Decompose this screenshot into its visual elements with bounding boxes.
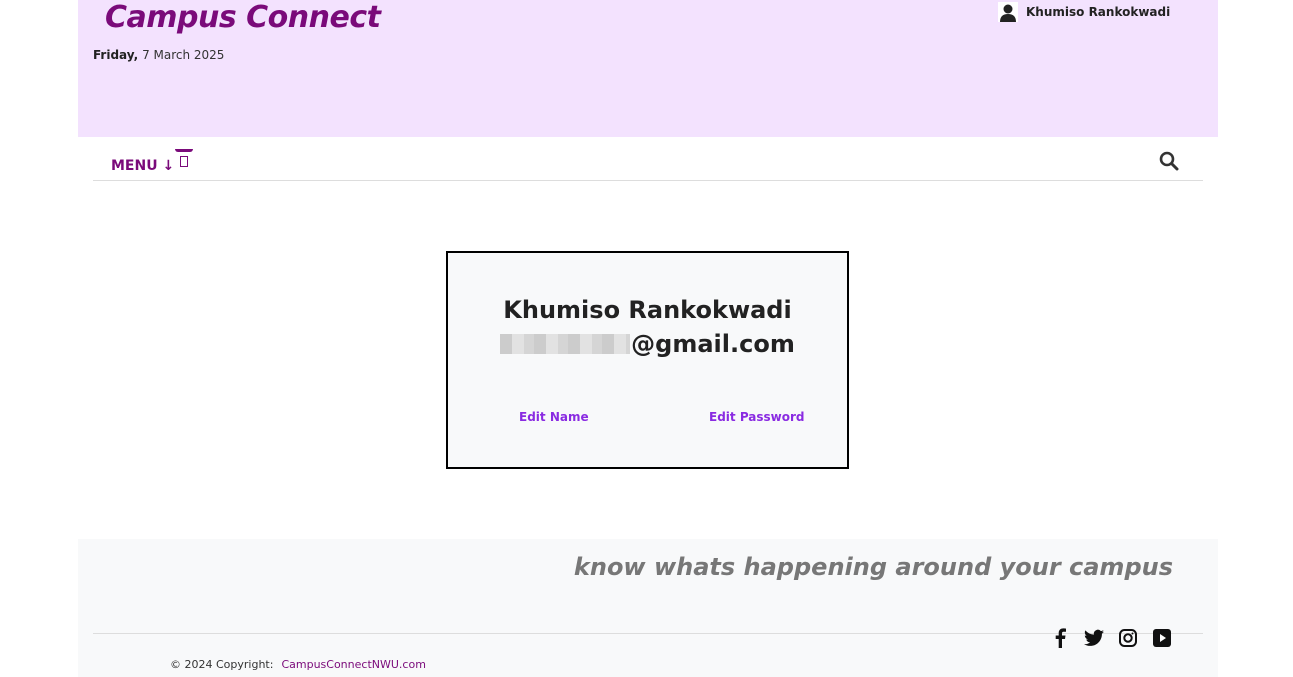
youtube-icon[interactable] xyxy=(1151,627,1173,649)
user-profile-link[interactable]: Khumiso Rankokwadi xyxy=(998,2,1170,22)
twitter-icon[interactable] xyxy=(1083,627,1105,649)
edit-name-link[interactable]: Edit Name xyxy=(519,410,589,424)
profile-card: Khumiso Rankokwadi @gmail.com Edit Name … xyxy=(446,251,849,469)
email-domain: @gmail.com xyxy=(631,330,795,358)
user-name: Khumiso Rankokwadi xyxy=(1026,5,1171,19)
menu-toggle-icon[interactable] xyxy=(175,149,195,169)
day-label: Friday, xyxy=(93,48,139,62)
profile-email: @gmail.com xyxy=(448,330,847,358)
site-header: Campus Connect Friday, 7 March 2025 Khum… xyxy=(78,0,1218,137)
footer-divider xyxy=(93,633,1203,634)
redacted-email-prefix xyxy=(500,334,631,354)
main-nav: MENU ↓ xyxy=(93,137,1203,181)
current-date: Friday, 7 March 2025 xyxy=(93,48,224,62)
user-icon xyxy=(998,2,1018,22)
menu-button[interactable]: MENU ↓ xyxy=(111,158,174,174)
copyright-text: © 2024 Copyright: xyxy=(170,658,274,671)
profile-name: Khumiso Rankokwadi xyxy=(503,296,792,324)
instagram-icon[interactable] xyxy=(1117,627,1139,649)
social-links xyxy=(1049,627,1173,649)
copyright: © 2024 Copyright: CampusConnectNWU.com xyxy=(170,658,426,671)
site-link[interactable]: CampusConnectNWU.com xyxy=(281,658,425,671)
footer-tagline: know whats happening around your campus xyxy=(573,553,1173,581)
site-footer: know whats happening around your campus … xyxy=(78,539,1218,677)
brand-logo[interactable]: Campus Connect xyxy=(105,0,381,35)
search-icon[interactable] xyxy=(1159,151,1179,175)
edit-password-link[interactable]: Edit Password xyxy=(709,410,805,424)
facebook-icon[interactable] xyxy=(1049,627,1071,649)
date-label: 7 March 2025 xyxy=(142,48,225,62)
